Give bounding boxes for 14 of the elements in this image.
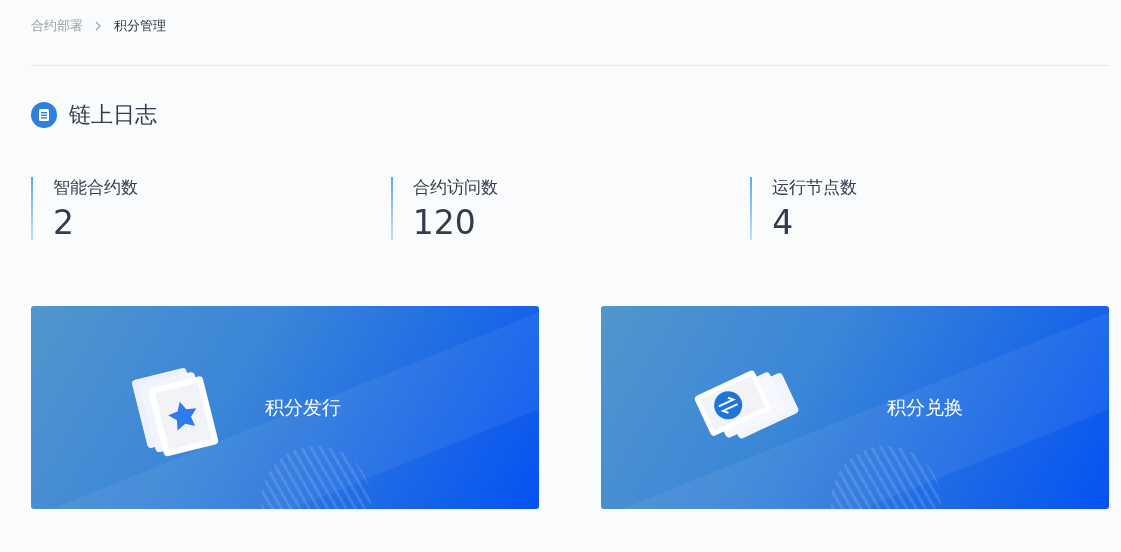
stat-value: 120 <box>412 203 477 242</box>
stat-label: 合约访问数 <box>412 176 498 199</box>
stat-value: 4 <box>772 203 795 242</box>
stat-label: 智能合约数 <box>53 176 138 199</box>
accent-bar <box>390 177 393 240</box>
stat-label: 运行节点数 <box>772 176 858 199</box>
breadcrumb-link[interactable]: 合约部署 <box>31 17 83 35</box>
breadcrumb-link[interactable]: 积分管理 <box>114 17 166 35</box>
accent-bar <box>31 177 33 240</box>
accent-bar <box>750 177 753 240</box>
stat-value: 2 <box>53 203 75 242</box>
chevron-right-icon <box>95 21 102 31</box>
document-icon <box>31 102 57 128</box>
section-title: 链上日志 <box>69 101 157 129</box>
